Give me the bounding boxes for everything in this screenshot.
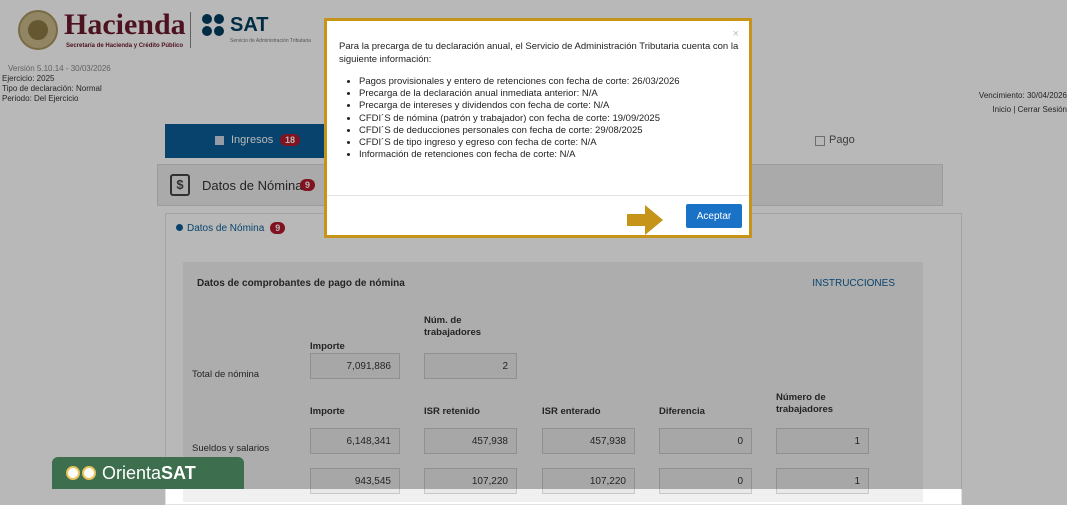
- close-icon[interactable]: ×: [733, 28, 739, 40]
- list-item: CFDI´S de deducciones personales con fec…: [359, 125, 680, 137]
- dialog-divider: [327, 195, 749, 196]
- list-item: Pagos provisionales y entero de retencio…: [359, 76, 680, 88]
- list-item: CFDI´S de nómina (patrón y trabajador) c…: [359, 113, 680, 125]
- list-item: Información de retenciones con fecha de …: [359, 149, 680, 161]
- arrow-right-icon: [627, 205, 663, 235]
- precarga-dialog: × Para la precarga de tu declaración anu…: [324, 18, 752, 238]
- orienta-prefix: Orienta: [102, 463, 162, 483]
- aceptar-button[interactable]: Aceptar: [686, 204, 742, 228]
- dialog-intro: Para la precarga de tu declaración anual…: [339, 41, 739, 65]
- orientasat-logo[interactable]: OrientaSAT: [52, 457, 244, 489]
- list-item: Precarga de intereses y dividendos con f…: [359, 100, 680, 112]
- precarga-list: Pagos provisionales y entero de retencio…: [349, 76, 680, 161]
- list-item: Precarga de la declaración anual inmedia…: [359, 88, 680, 100]
- orienta-suffix: SAT: [161, 463, 196, 483]
- list-item: CFDI´S de tipo ingreso y egreso con fech…: [359, 137, 680, 149]
- orientasat-text: OrientaSAT: [102, 463, 196, 484]
- owl-eyes-icon: [66, 466, 100, 482]
